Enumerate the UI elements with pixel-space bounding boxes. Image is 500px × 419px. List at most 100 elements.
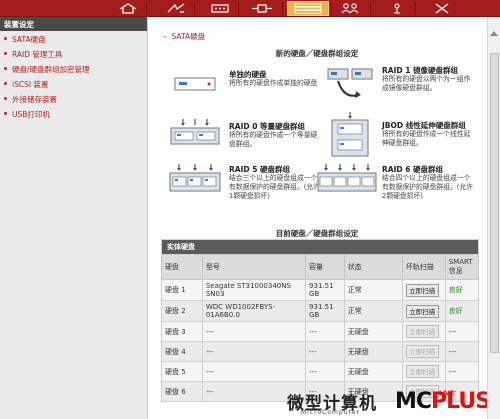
- model-cell: Seagate ST31000340NS SN03: [201, 279, 307, 301]
- model-cell: ---: [201, 341, 307, 362]
- table-header-row: 硬盘 型号 容量 状态 坏轨扫描 SMART 信息: [161, 254, 480, 280]
- sidebar-item-label: USB打印机: [12, 110, 50, 119]
- scan-cell: 立即扫描: [401, 300, 446, 322]
- top-nav-bar: [0, 0, 500, 17]
- sidebar-item-label: iSCSI 装置: [12, 80, 49, 89]
- sidebar-item-label: RAID 管理工具: [12, 50, 63, 59]
- sidebar-item-external[interactable]: 外接储存装置: [0, 91, 147, 106]
- sidebar-item-label: 外接储存装置: [12, 95, 57, 104]
- col-header-disk: 硬盘: [161, 254, 203, 280]
- col-header-capacity: 容量: [305, 254, 345, 280]
- mode-desc: 将所有的硬盘以两个为一组作成镜像硬盘群组。: [382, 75, 471, 92]
- sidebar-item-sata[interactable]: SATA硬盘: [0, 31, 147, 46]
- capacity-cell: 931.51 GB: [305, 279, 345, 301]
- smart-cell: 良好: [444, 279, 480, 301]
- sidebar-item-raid[interactable]: RAID 管理工具: [0, 46, 147, 61]
- mode-desc: 将所有的硬盘作成一个等量硬盘群组。: [229, 131, 318, 148]
- sidebar-item-iscsi[interactable]: iSCSI 装置: [0, 76, 147, 91]
- status-cell: 无硬盘: [343, 341, 403, 362]
- watermark-small-text: LIVE: [439, 390, 454, 397]
- new-config-section-title: 新的硬盘／硬盘群组设定: [275, 49, 359, 58]
- capacity-cell: ---: [305, 341, 345, 362]
- status-cell: 无硬盘: [343, 321, 403, 342]
- publisher-watermark: 微型计算机 MicroComputer MCPLUS LIVE: [287, 389, 491, 417]
- scan-cell: 立即扫描: [401, 341, 446, 362]
- col-header-model: 型号: [201, 254, 307, 280]
- wireless-icon[interactable]: [164, 2, 188, 15]
- tools-icon[interactable]: [385, 2, 409, 15]
- network-icon[interactable]: [250, 2, 274, 15]
- capacity-cell: 931.51 GB: [305, 300, 345, 322]
- smart-cell: 良好: [444, 300, 480, 322]
- scan-now-button: 立即扫描: [405, 325, 439, 338]
- disk-cell: 硬盘 4: [161, 341, 203, 362]
- disk-cell: 硬盘 6: [161, 381, 203, 402]
- status-cell: 正常: [343, 300, 403, 322]
- smart-cell: ---: [444, 341, 480, 362]
- status-cell: 无硬盘: [343, 361, 403, 382]
- table-caption: 实体硬盘: [161, 239, 479, 255]
- model-cell: ---: [201, 361, 307, 382]
- watermark-en-text: MicroComputer: [301, 409, 360, 416]
- mode-desc: 将所有的硬盘作成单独的硬盘: [229, 79, 318, 87]
- col-header-scan: 坏轨扫描: [401, 254, 446, 280]
- mode-desc: 结合四个以上的硬盘组成一个有数据保护的硬盘群组。(允许2颗硬盘损坏): [382, 174, 474, 200]
- capacity-cell: ---: [305, 321, 345, 342]
- current-config-section-title: 目前硬盘／硬盘群组设定: [275, 229, 359, 238]
- disk-cell: 硬盘 5: [161, 361, 203, 382]
- single-disk-icon: [174, 77, 216, 91]
- raid1-mirror-icon: [327, 68, 373, 98]
- disk-cell: 硬盘 3: [161, 321, 203, 342]
- bullet-icon: [4, 37, 7, 40]
- mode-desc: 将所有的硬盘作成一个线性延伸硬盘群组。: [382, 130, 471, 147]
- capacity-cell: ---: [305, 361, 345, 382]
- status-cell: 正常: [343, 279, 403, 301]
- scan-now-button: 立即扫描: [405, 345, 439, 358]
- disk-cell: 硬盘 1: [161, 279, 203, 301]
- bullet-icon: [4, 67, 7, 70]
- vertical-scrollbar[interactable]: [487, 17, 500, 419]
- scan-now-button[interactable]: 立即扫描: [405, 283, 439, 297]
- col-header-smart: SMART 信息: [444, 254, 480, 280]
- home-icon[interactable]: [116, 2, 140, 15]
- sidebar-item-label: SATA硬盘: [12, 35, 46, 44]
- model-cell: ---: [201, 321, 307, 342]
- raid5-icon: [169, 164, 221, 192]
- scan-cell: 立即扫描: [401, 321, 446, 342]
- table-row: 硬盘 3 --- --- 无硬盘 立即扫描 ---: [161, 321, 480, 342]
- bullet-icon: [4, 82, 7, 85]
- jbod-linear-icon: [331, 112, 369, 157]
- scroll-up-arrow-icon[interactable]: [490, 31, 498, 36]
- scan-cell: 立即扫描: [401, 279, 446, 301]
- users-icon[interactable]: [338, 2, 362, 15]
- bullet-icon: [4, 52, 7, 55]
- table-row: 硬盘 2 WDC WD1002FBYS-01A6B0.0 931.51 GB 正常 立即…: [161, 300, 480, 322]
- smart-cell: ---: [444, 361, 480, 382]
- smart-cell: ---: [444, 321, 480, 342]
- bullet-icon: [4, 97, 7, 100]
- disk-cell: 硬盘 2: [161, 300, 203, 322]
- storage-icon[interactable]: [287, 1, 329, 16]
- raid6-icon: [317, 164, 377, 192]
- physical-disk-table: 实体硬盘 硬盘 型号 容量 状态 坏轨扫描 SMART 信息 硬盘 1 Seaga…: [161, 239, 480, 402]
- table-row: 硬盘 1 Seagate ST31000340NS SN03 931.51 GB 正常…: [161, 279, 480, 301]
- close-x-icon[interactable]: [430, 2, 454, 15]
- bullet-icon: [4, 112, 7, 115]
- router-icon[interactable]: [208, 2, 232, 15]
- main-content: – SATA硬盘 新的硬盘／硬盘群组设定 单独的硬盘 将所有的硬盘作成单独的硬盘…: [149, 17, 491, 419]
- mode-desc: 结合三个以上的硬盘组成一个有数据保护的硬盘群组。(允许1颗硬盘损坏): [229, 174, 321, 200]
- scan-cell: 立即扫描: [401, 361, 446, 382]
- sidebar-title: 装置设定: [0, 17, 147, 31]
- col-header-status: 状态: [343, 254, 403, 280]
- sidebar: 装置设定 SATA硬盘 RAID 管理工具 硬盘/硬盘群组加密管理 iSCSI …: [0, 17, 148, 419]
- page-title: – SATA硬盘: [163, 32, 206, 41]
- scan-now-button[interactable]: 立即扫描: [405, 304, 439, 318]
- scan-now-button: 立即扫描: [405, 365, 439, 378]
- model-cell: WDC WD1002FBYS-01A6B0.0: [201, 300, 307, 322]
- table-row: 硬盘 5 --- --- 无硬盘 立即扫描 ---: [161, 361, 480, 382]
- table-row: 硬盘 4 --- --- 无硬盘 立即扫描 ---: [161, 341, 480, 362]
- raid0-stripe-icon: [170, 119, 220, 145]
- scrollbar-thumb[interactable]: [490, 53, 499, 353]
- sidebar-item-encryption[interactable]: 硬盘/硬盘群组加密管理: [0, 61, 147, 76]
- sidebar-item-usb-printer[interactable]: USB打印机: [0, 106, 147, 121]
